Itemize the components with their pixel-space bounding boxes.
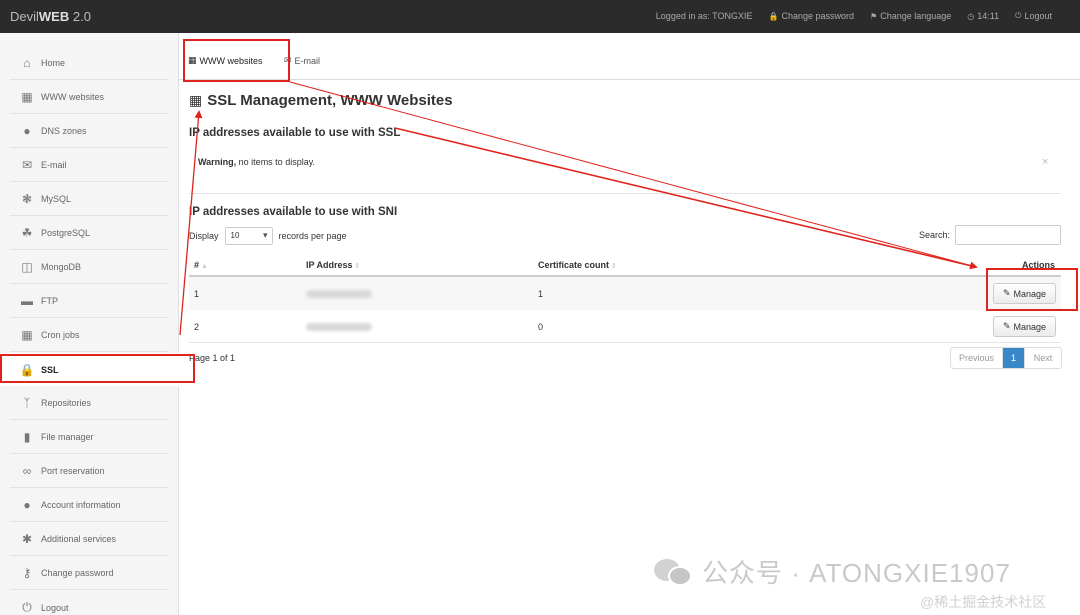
wechat-logo-icon <box>654 557 694 587</box>
watermark: 公众号 · ATONGXIE1907 <box>654 553 1011 590</box>
arrow-heading-to-manage <box>394 127 977 268</box>
site-watermark: @稀土掘金技术社区 <box>920 594 1047 610</box>
annotation-arrows <box>179 81 978 336</box>
arrow-tab-to-manage <box>289 81 978 270</box>
arrow-ssl-to-tab <box>179 110 203 336</box>
